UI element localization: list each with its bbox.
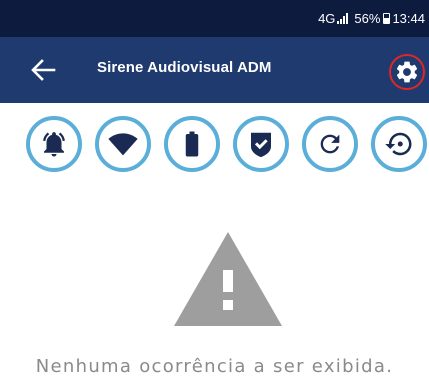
page-title: Sirene Audiovisual ADM (97, 59, 272, 76)
status-bar: 4G 56% 13:44 (0, 0, 429, 37)
app-bar: Sirene Audiovisual ADM (0, 37, 429, 103)
alarm-button[interactable] (26, 116, 82, 172)
battery-icon (383, 13, 391, 24)
clock: 13:44 (392, 11, 425, 26)
refresh-button[interactable] (302, 116, 358, 172)
refresh-icon (320, 134, 340, 154)
battery-button[interactable] (164, 116, 220, 172)
action-buttons-row (0, 116, 429, 176)
back-button[interactable] (30, 58, 56, 82)
alarm-bell-icon (43, 132, 65, 157)
history-button[interactable] (371, 116, 427, 172)
network-indicator: 4G (318, 11, 349, 26)
empty-state: Nenhuma ocorrência a ser exibida. (0, 220, 429, 381)
battery-icon (185, 131, 199, 157)
history-icon (385, 132, 412, 156)
warning-icon (174, 232, 282, 326)
wifi-button[interactable] (95, 116, 151, 172)
arrow-left-icon (31, 59, 56, 81)
security-button[interactable] (233, 116, 289, 172)
empty-message: Nenhuma ocorrência a ser exibida. (35, 356, 394, 377)
gear-icon (396, 61, 418, 83)
shield-check-icon (251, 132, 271, 158)
network-type: 4G (318, 11, 336, 26)
signal-icon (337, 13, 349, 24)
settings-button[interactable] (389, 54, 425, 90)
wifi-icon (108, 133, 138, 156)
battery-percent: 56% (354, 11, 381, 26)
